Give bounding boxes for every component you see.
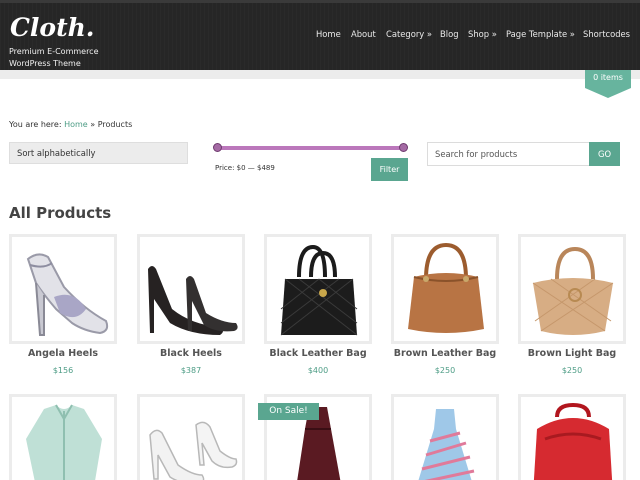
product-image[interactable] xyxy=(9,394,117,480)
product-price: $387 xyxy=(180,366,202,375)
site-header: Cloth. Premium E-Commerce WordPress Them… xyxy=(0,0,640,70)
page-title: All Products xyxy=(9,204,112,222)
product-price: $250 xyxy=(561,366,583,375)
white-heels-icon xyxy=(149,421,238,480)
nav-shop[interactable]: Shop » xyxy=(468,29,497,39)
nav-home[interactable]: Home xyxy=(316,29,341,39)
nav-about[interactable]: About xyxy=(351,29,376,39)
nav-page-template[interactable]: Page Template » xyxy=(506,29,575,39)
black-bag-icon xyxy=(280,244,358,336)
product-name[interactable]: Brown Light Bag xyxy=(508,348,636,359)
light-bag-icon xyxy=(532,246,614,335)
breadcrumb-home-link[interactable]: Home xyxy=(64,120,88,129)
product-name[interactable]: Black Leather Bag xyxy=(254,348,382,359)
sort-select[interactable]: Sort alphabetically xyxy=(9,142,188,164)
red-backpack-icon xyxy=(533,402,613,480)
filter-button[interactable]: Filter xyxy=(371,158,408,181)
brown-bag-icon xyxy=(408,242,484,333)
black-heels-icon xyxy=(148,266,238,335)
product-price: $250 xyxy=(434,366,456,375)
on-sale-badge: On Sale! xyxy=(258,403,319,420)
product-image[interactable] xyxy=(518,394,626,480)
product-name[interactable]: Angela Heels xyxy=(0,348,127,359)
search-go-button[interactable]: GO xyxy=(589,142,620,166)
shirt-icon xyxy=(26,404,102,480)
product-name[interactable]: Black Heels xyxy=(127,348,255,359)
price-slider-min-handle[interactable] xyxy=(212,143,222,152)
product-price: $156 xyxy=(52,366,74,375)
breadcrumb-separator: » xyxy=(90,120,96,129)
nav-shortcodes[interactable]: Shortcodes xyxy=(583,29,630,39)
product-image[interactable] xyxy=(9,234,117,344)
site-tagline: Premium E-Commerce WordPress Theme xyxy=(9,47,99,68)
breadcrumb-current: Products xyxy=(97,120,133,129)
site-logo[interactable]: Cloth. xyxy=(10,13,95,42)
breadcrumb-prefix: You are here: xyxy=(9,120,62,129)
nav-category[interactable]: Category » xyxy=(386,29,432,39)
heel-sandal-icon xyxy=(26,253,109,336)
product-image[interactable] xyxy=(137,234,245,344)
product-image[interactable] xyxy=(391,394,499,480)
nav-blog[interactable]: Blog xyxy=(440,29,459,39)
cart-button[interactable]: 0 items xyxy=(585,70,631,88)
product-search-input[interactable]: Search for products xyxy=(427,142,590,166)
price-slider-track[interactable] xyxy=(218,146,404,150)
product-image[interactable] xyxy=(391,234,499,344)
header-divider xyxy=(0,70,640,79)
price-slider-max-handle[interactable] xyxy=(398,143,408,152)
price-range-label: Price: $0 — $489 xyxy=(215,164,275,172)
product-price: $400 xyxy=(307,366,329,375)
cart-tab-tip xyxy=(585,88,631,98)
product-image[interactable] xyxy=(137,394,245,480)
striped-dress-icon xyxy=(418,409,475,480)
product-image[interactable] xyxy=(264,234,372,344)
breadcrumb: You are here: Home » Products xyxy=(9,120,132,129)
product-image[interactable] xyxy=(518,234,626,344)
product-name[interactable]: Brown Leather Bag xyxy=(381,348,509,359)
